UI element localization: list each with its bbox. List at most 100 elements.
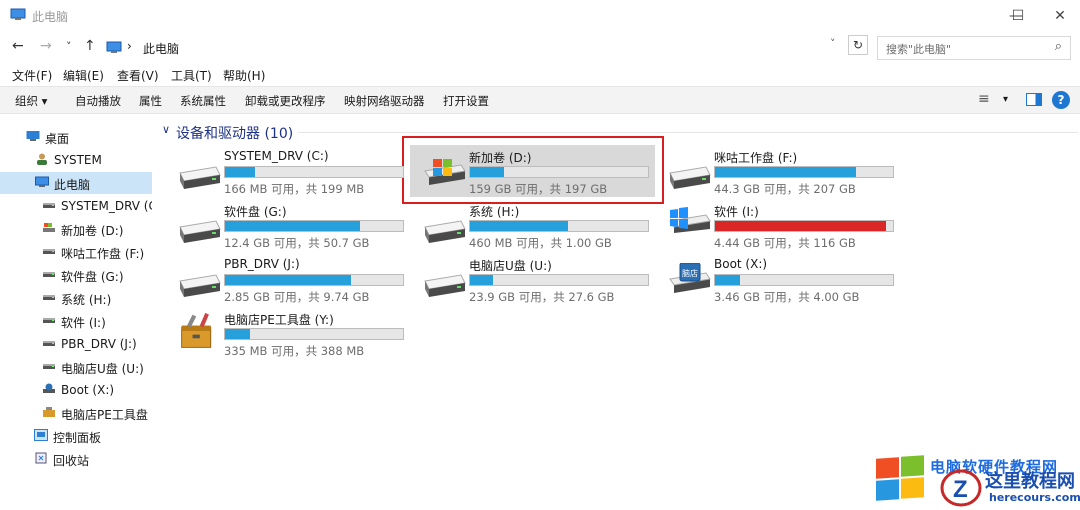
nav-item-label: SYSTEM_DRV (C:	[61, 199, 152, 213]
drive-tile[interactable]: 电脑店PE工具盘 (Y:) 335 MB 可用，共 388 MB	[168, 311, 408, 363]
drive-usage-fill	[225, 329, 250, 339]
nav-item[interactable]: SYSTEM	[0, 149, 152, 171]
nav-item[interactable]: 新加卷 (D:)	[0, 218, 152, 240]
forward-button[interactable]: →	[40, 38, 52, 54]
search-input[interactable]: 搜索"此电脑" ⌕	[877, 36, 1071, 60]
drive-usage-fill	[470, 275, 494, 285]
organize-button[interactable]: 组织 ▾	[15, 93, 47, 109]
watermark-brand: 这里教程网	[985, 471, 1075, 492]
autoplay-button[interactable]: 自动播放	[75, 93, 121, 109]
toolbox-icon	[42, 406, 56, 418]
nav-item[interactable]: 电脑店PE工具盘 (	[0, 402, 152, 424]
breadcrumb-this-pc[interactable]: 此电脑	[143, 40, 179, 57]
nav-item-label: 回收站	[53, 454, 90, 468]
drive-tile[interactable]: 软件盘 (G:) 12.4 GB 可用，共 50.7 GB	[168, 203, 408, 255]
nav-item-label: Boot (X:)	[61, 383, 115, 397]
preview-pane-icon[interactable]	[1026, 93, 1042, 106]
drive-name: PBR_DRV (J:)	[224, 257, 300, 271]
windows-logo-icon	[876, 455, 926, 502]
address-dropdown-button[interactable]: ˅	[830, 37, 836, 50]
nav-item[interactable]: SYSTEM_DRV (C:	[0, 195, 152, 217]
nav-item[interactable]: 电脑店U盘 (U:)	[0, 356, 152, 378]
drive-icon	[42, 291, 56, 303]
nav-item-label: 控制面板	[53, 431, 102, 445]
windows10-drive-icon	[668, 207, 712, 233]
maximize-button[interactable]: ☐	[998, 4, 1038, 28]
nav-item-label: 电脑店U盘 (U:)	[61, 362, 144, 376]
recycle-bin-icon	[34, 452, 48, 464]
hdd-icon	[423, 271, 467, 297]
drive-name: 新加卷 (D:)	[469, 151, 532, 165]
menu-view[interactable]: 查看(V)	[117, 67, 159, 84]
drive-tile[interactable]: 咪咕工作盘 (F:) 44.3 GB 可用，共 207 GB	[658, 149, 898, 201]
map-network-drive-button[interactable]: 映射网络驱动器	[344, 93, 425, 109]
back-button[interactable]: ←	[12, 38, 24, 54]
nav-item[interactable]: Boot (X:)	[0, 379, 152, 401]
group-collapse-icon[interactable]: ∨	[162, 123, 170, 136]
menu-help[interactable]: 帮助(H)	[223, 67, 265, 84]
system-properties-button[interactable]: 系统属性	[180, 93, 226, 109]
nav-item[interactable]: 软件盘 (G:)	[0, 264, 152, 286]
drive-icon	[42, 268, 56, 280]
change-view-icon[interactable]: ≡	[978, 91, 990, 107]
drive-usage-bar	[469, 274, 649, 286]
drive-name: 咪咕工作盘 (F:)	[714, 151, 798, 165]
windows-drive-icon	[423, 155, 467, 189]
svg-text:脑店: 脑店	[682, 268, 698, 278]
group-header[interactable]: 设备和驱动器 (10)	[176, 123, 293, 143]
view-dropdown-button[interactable]: ▾	[1003, 94, 1008, 105]
drive-tile[interactable]: PBR_DRV (J:) 2.85 GB 可用，共 9.74 GB	[168, 257, 408, 309]
drive-tile[interactable]: 系统 (H:) 460 MB 可用，共 1.00 GB	[413, 203, 653, 255]
address-bar[interactable]: › 此电脑	[103, 37, 865, 59]
menu-edit[interactable]: 编辑(E)	[63, 67, 104, 84]
drive-usage-bar	[469, 220, 649, 232]
nav-item-label: 此电脑	[54, 178, 91, 192]
nav-item[interactable]: 软件 (I:)	[0, 310, 152, 332]
computer-icon	[35, 176, 49, 188]
open-settings-button[interactable]: 打开设置	[443, 93, 489, 109]
nav-item[interactable]: 桌面	[0, 126, 152, 148]
nav-item-label: 系统 (H:)	[61, 293, 112, 307]
window-title: 此电脑	[32, 10, 69, 24]
nav-item[interactable]: 控制面板	[0, 425, 152, 447]
recent-locations-button[interactable]: ˅	[66, 40, 72, 53]
uninstall-button[interactable]: 卸载或更改程序	[245, 93, 326, 109]
up-button[interactable]: ↑	[84, 38, 96, 54]
drive-tile[interactable]: 新加卷 (D:) 159 GB 可用，共 197 GB	[413, 149, 653, 201]
drive-usage-fill	[225, 167, 256, 177]
drive-icon	[42, 360, 56, 372]
drive-name: Boot (X:)	[714, 257, 768, 271]
drive-free-space: 335 MB 可用，共 388 MB	[224, 344, 365, 358]
nav-item[interactable]: 系统 (H:)	[0, 287, 152, 309]
drive-tile[interactable]: 电脑店U盘 (U:) 23.9 GB 可用，共 27.6 GB	[413, 257, 653, 309]
control-panel-icon	[34, 429, 48, 441]
hdd-icon	[423, 217, 467, 243]
refresh-button[interactable]: ↻	[848, 35, 868, 55]
drive-usage-fill	[470, 221, 568, 231]
menu-tools[interactable]: 工具(T)	[171, 67, 212, 84]
drive-free-space: 159 GB 可用，共 197 GB	[469, 182, 608, 196]
drive-tile[interactable]: 软件 (I:) 4.44 GB 可用，共 116 GB	[658, 203, 898, 255]
menu-bar: 文件(F) 编辑(E) 查看(V) 工具(T) 帮助(H)	[0, 62, 1080, 84]
nav-item[interactable]: 此电脑	[0, 172, 152, 194]
nav-item[interactable]: 回收站	[0, 448, 152, 470]
computer-icon	[10, 8, 26, 20]
nav-item[interactable]: PBR_DRV (J:)	[0, 333, 152, 355]
drive-free-space: 3.46 GB 可用，共 4.00 GB	[714, 290, 860, 304]
menu-file[interactable]: 文件(F)	[12, 67, 52, 84]
drive-free-space: 2.85 GB 可用，共 9.74 GB	[224, 290, 370, 304]
watermark-url: herecours.com	[989, 491, 1080, 504]
help-icon[interactable]: ?	[1052, 91, 1070, 109]
drive-name: 软件盘 (G:)	[224, 205, 287, 219]
nav-item[interactable]: 咪咕工作盘 (F:)	[0, 241, 152, 263]
drive-icon	[42, 337, 56, 349]
properties-button[interactable]: 属性	[139, 93, 162, 109]
drive-tile[interactable]: 脑店 Boot (X:) 3.46 GB 可用，共 4.00 GB	[658, 257, 898, 309]
drive-usage-bar	[714, 274, 894, 286]
windows-drive-icon	[42, 222, 56, 234]
close-button[interactable]: ✕	[1040, 4, 1080, 28]
group-divider	[298, 132, 1078, 133]
breadcrumb-separator: ›	[127, 39, 132, 53]
drive-tile[interactable]: SYSTEM_DRV (C:) 166 MB 可用，共 199 MB	[168, 149, 408, 201]
toolbox-icon	[178, 311, 218, 351]
